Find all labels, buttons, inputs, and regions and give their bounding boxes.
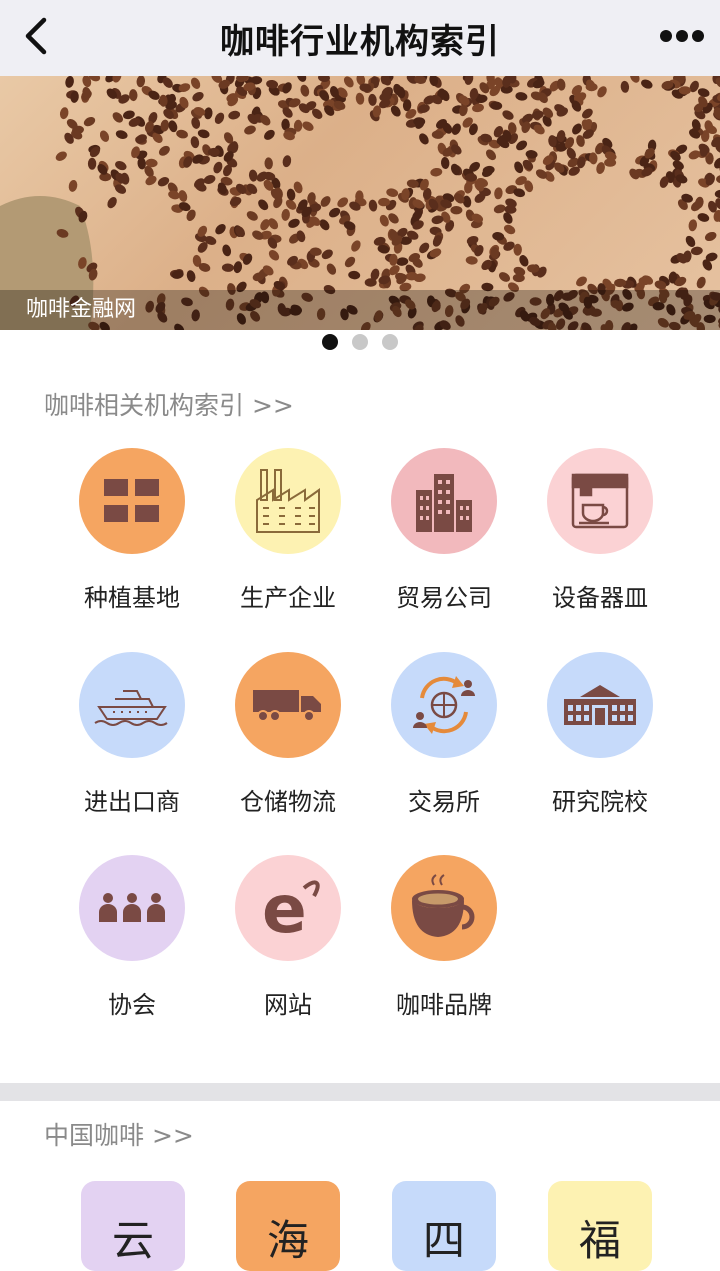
carousel-dot-3[interactable] [382,334,398,350]
item-trading-company[interactable]: 贸易公司 [366,448,522,628]
factory-icon [235,448,341,554]
school-icon [547,652,653,758]
ship-icon [79,652,185,758]
ellipsis-icon [658,28,706,44]
carousel-dot-1[interactable] [322,334,338,350]
svg-text:e: e [262,876,307,940]
item-import-export[interactable]: 进出口商 [54,652,210,832]
tile-hainan[interactable]: 海 [236,1181,340,1271]
item-warehousing-logistics[interactable]: 仓储物流 [210,652,366,832]
buildings-icon [391,448,497,554]
item-coffee-brand[interactable]: 咖啡品牌 [366,855,522,1035]
tile-yunnan[interactable]: 云 [81,1181,185,1271]
page-title: 咖啡行业机构索引 [220,14,500,63]
section-title-china-coffee[interactable]: 中国咖啡 >> [44,1116,194,1152]
top-bar: 咖啡行业机构索引 [0,0,720,76]
item-manufacturer[interactable]: 生产企业 [210,448,366,628]
section-divider [0,1083,720,1101]
item-website[interactable]: e 网站 [210,855,366,1035]
banner-carousel[interactable]: 咖啡金融网 [0,76,720,330]
chevron-left-icon [22,16,50,56]
more-button[interactable] [654,14,710,58]
item-exchange[interactable]: 交易所 [366,652,522,832]
banner-caption: 咖啡金融网 [0,290,720,330]
coffee-machine-icon [547,448,653,554]
item-research-institute[interactable]: 研究院校 [522,652,678,832]
item-equipment[interactable]: 设备器皿 [522,448,678,628]
item-planting-base[interactable]: 种植基地 [54,448,210,628]
truck-icon [235,652,341,758]
carousel-dots [0,334,720,352]
grid-blocks-icon [79,448,185,554]
exchange-icon [391,652,497,758]
tile-fujian[interactable]: 福 [548,1181,652,1271]
people-icon [79,855,185,961]
browser-e-icon: e [235,855,341,961]
tile-sichuan[interactable]: 四 [392,1181,496,1271]
carousel-dot-2[interactable] [352,334,368,350]
section-title-institutions[interactable]: 咖啡相关机构索引 >> [44,386,294,422]
item-association[interactable]: 协会 [54,855,210,1035]
coffee-cup-icon [391,855,497,961]
back-button[interactable] [14,14,58,58]
